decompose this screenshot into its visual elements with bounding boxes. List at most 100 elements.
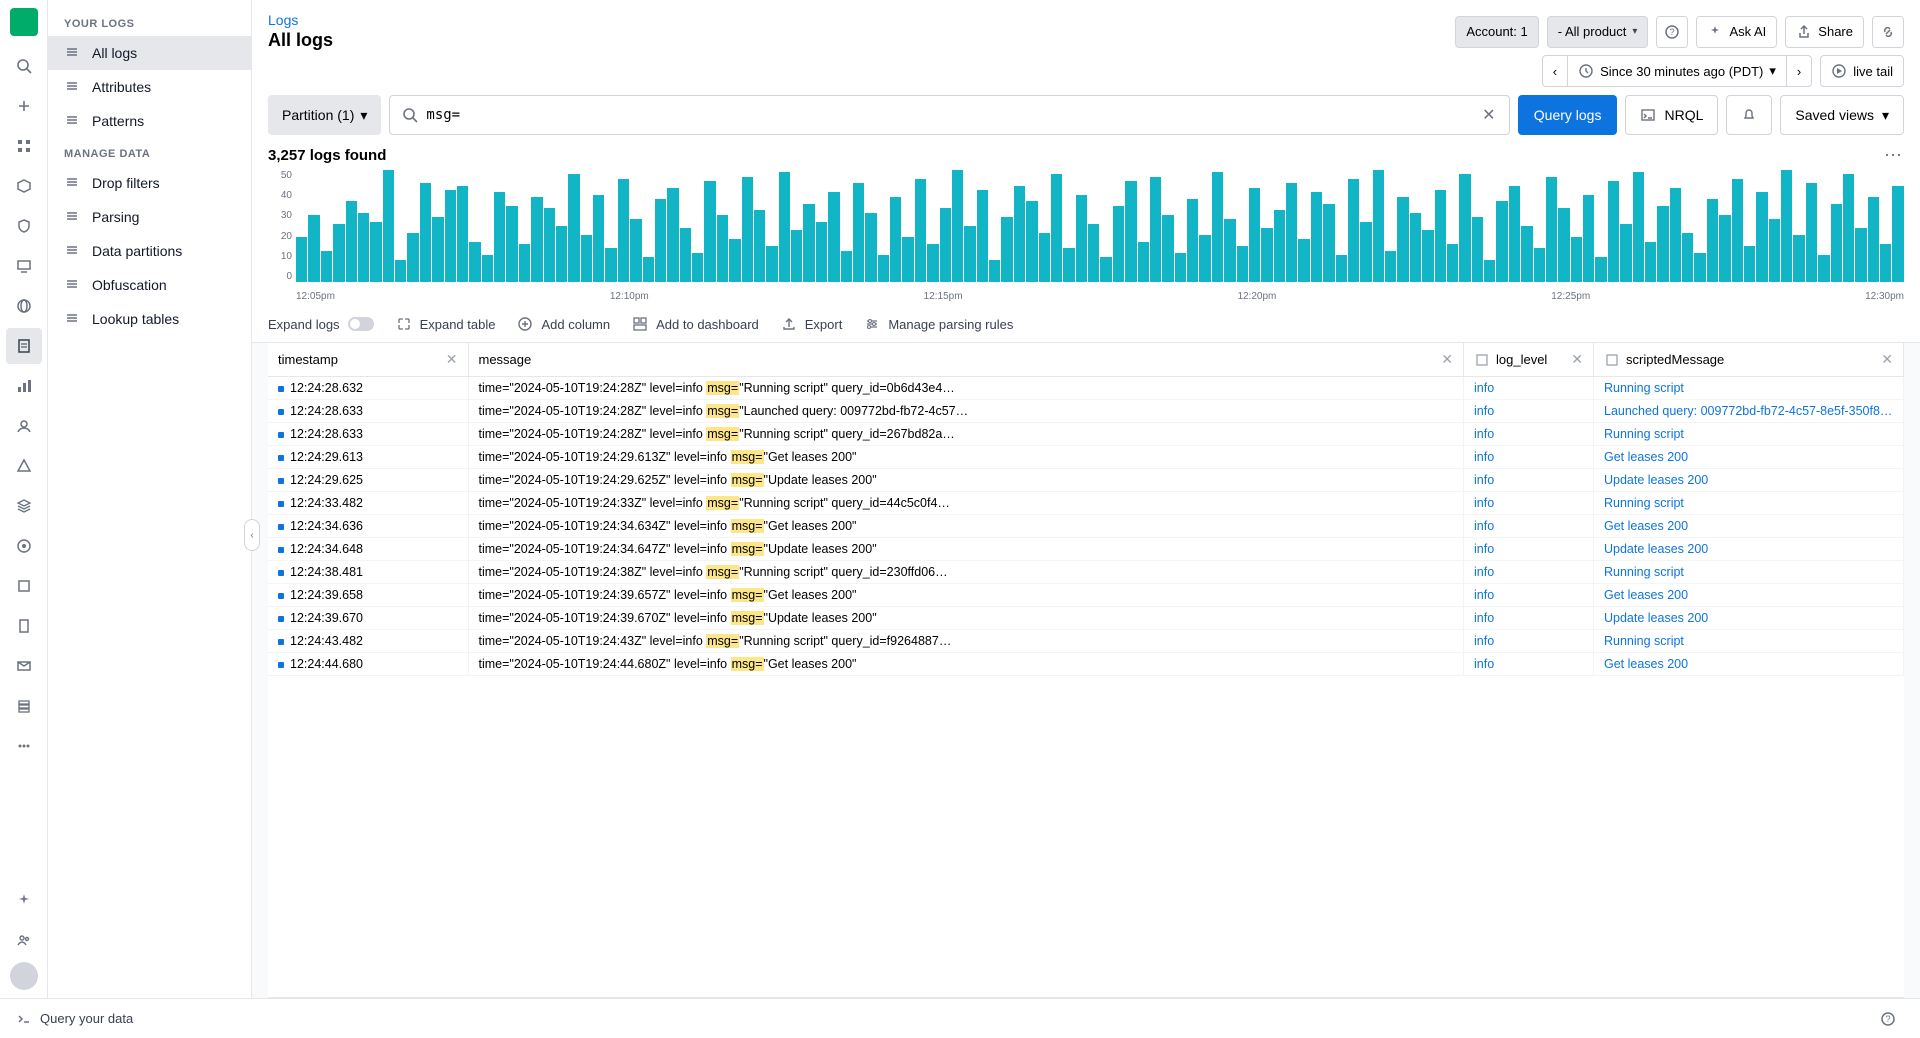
chart-bar[interactable] xyxy=(1793,235,1804,282)
chart-bar[interactable] xyxy=(568,174,579,282)
chart-bar[interactable] xyxy=(1212,172,1223,282)
chart-bar[interactable] xyxy=(296,237,307,282)
chart-bar[interactable] xyxy=(544,208,555,282)
expand-logs-toggle[interactable]: Expand logs xyxy=(268,317,374,332)
log-volume-chart[interactable]: 50403020100 12:05pm12:10pm12:15pm12:20pm… xyxy=(252,166,1920,306)
chart-bar[interactable] xyxy=(989,260,1000,282)
table-row[interactable]: 12:24:29.625time="2024-05-10T19:24:29.62… xyxy=(268,469,1904,492)
rail-help[interactable] xyxy=(6,882,42,918)
chart-bar[interactable] xyxy=(1657,206,1668,282)
chart-bar[interactable] xyxy=(581,235,592,282)
timerange-prev[interactable]: ‹ xyxy=(1543,56,1568,86)
chart-bar[interactable] xyxy=(1410,213,1421,282)
chart-bar[interactable] xyxy=(803,204,814,282)
chart-bar[interactable] xyxy=(940,208,951,282)
export-button[interactable]: Export xyxy=(781,316,843,332)
chart-bar[interactable] xyxy=(395,260,406,282)
chart-bar[interactable] xyxy=(1026,201,1037,282)
th-scriptedmessage[interactable]: scriptedMessage✕ xyxy=(1594,343,1904,377)
chart-bar[interactable] xyxy=(1633,172,1644,282)
sidebar-item[interactable]: Lookup tables xyxy=(48,302,251,336)
sidebar-item[interactable]: Obfuscation xyxy=(48,268,251,302)
chart-bar[interactable] xyxy=(865,213,876,282)
chart-bar[interactable] xyxy=(704,181,715,282)
table-row[interactable]: 12:24:29.613time="2024-05-10T19:24:29.61… xyxy=(268,446,1904,469)
rail-item-15[interactable] xyxy=(6,608,42,644)
help-button[interactable]: ? xyxy=(1656,16,1688,48)
chart-bar[interactable] xyxy=(346,201,357,282)
chart-bar[interactable] xyxy=(1831,204,1842,282)
chart-bar[interactable] xyxy=(1150,177,1161,282)
chart-bar[interactable] xyxy=(754,210,765,282)
chart-bar[interactable] xyxy=(1843,174,1854,282)
remove-column-icon[interactable]: ✕ xyxy=(1441,351,1453,368)
rail-search[interactable] xyxy=(6,48,42,84)
chart-bar[interactable] xyxy=(1224,219,1235,282)
chart-bar[interactable] xyxy=(1781,170,1792,282)
chart-bar[interactable] xyxy=(1249,188,1260,282)
chart-bar[interactable] xyxy=(1138,242,1149,282)
share-button[interactable]: Share xyxy=(1785,16,1864,48)
rail-item-12[interactable] xyxy=(6,488,42,524)
chart-bar[interactable] xyxy=(321,251,332,282)
timerange-picker[interactable]: Since 30 minutes ago (PDT)▾ xyxy=(1568,56,1787,86)
chart-bar[interactable] xyxy=(1769,219,1780,282)
chart-bar[interactable] xyxy=(1360,222,1371,282)
chart-bar[interactable] xyxy=(977,190,988,282)
clear-search-button[interactable]: ✕ xyxy=(1477,103,1501,127)
chart-bar[interactable] xyxy=(1732,179,1743,282)
th-timestamp[interactable]: timestamp✕ xyxy=(268,343,468,377)
chart-bar[interactable] xyxy=(1880,244,1891,282)
chart-bar[interactable] xyxy=(1348,179,1359,282)
chart-bar[interactable] xyxy=(1694,253,1705,282)
add-column-button[interactable]: Add column xyxy=(517,316,610,332)
chart-bar[interactable] xyxy=(766,246,777,282)
chart-bar[interactable] xyxy=(1521,226,1532,282)
table-row[interactable]: 12:24:33.482time="2024-05-10T19:24:33Z" … xyxy=(268,492,1904,515)
chart-bar[interactable] xyxy=(952,170,963,282)
chart-bar[interactable] xyxy=(1756,192,1767,282)
copy-link-button[interactable] xyxy=(1872,16,1904,48)
table-row[interactable]: 12:24:43.482time="2024-05-10T19:24:43Z" … xyxy=(268,630,1904,653)
rail-item-16[interactable] xyxy=(6,648,42,684)
chart-bar[interactable] xyxy=(469,242,480,282)
chart-bar[interactable] xyxy=(1818,255,1829,282)
chart-bar[interactable] xyxy=(1719,215,1730,282)
chart-bar[interactable] xyxy=(1125,181,1136,282)
table-row[interactable]: 12:24:28.632time="2024-05-10T19:24:28Z" … xyxy=(268,377,1904,400)
table-row[interactable]: 12:24:44.680time="2024-05-10T19:24:44.68… xyxy=(268,653,1904,676)
chart-bar[interactable] xyxy=(1435,190,1446,282)
chart-bar[interactable] xyxy=(432,217,443,282)
log-table-wrap[interactable]: timestamp✕ message✕ log_level✕ scriptedM… xyxy=(268,343,1904,998)
chart-bar[interactable] xyxy=(927,244,938,282)
query-logs-button[interactable]: Query logs xyxy=(1518,95,1618,135)
chart-bar[interactable] xyxy=(1397,197,1408,282)
chart-bar[interactable] xyxy=(618,179,629,282)
chart-bar[interactable] xyxy=(370,222,381,282)
rail-item-11[interactable] xyxy=(6,448,42,484)
expand-table-button[interactable]: Expand table xyxy=(396,316,496,332)
chart-bar[interactable] xyxy=(853,183,864,282)
chart-bar[interactable] xyxy=(1373,170,1384,282)
breadcrumb-logs[interactable]: Logs xyxy=(268,12,333,28)
remove-column-icon[interactable]: ✕ xyxy=(446,351,458,368)
chart-bar[interactable] xyxy=(841,251,852,282)
chart-bar[interactable] xyxy=(1100,257,1111,282)
chart-bar[interactable] xyxy=(383,170,394,282)
chart-bar[interactable] xyxy=(1546,177,1557,282)
chart-bar[interactable] xyxy=(742,177,753,282)
chart-bar[interactable] xyxy=(1311,192,1322,282)
user-avatar[interactable] xyxy=(10,962,38,990)
saved-views-button[interactable]: Saved views▾ xyxy=(1780,95,1904,135)
chart-bar[interactable] xyxy=(915,179,926,282)
rail-item-14[interactable] xyxy=(6,568,42,604)
rail-item-7[interactable] xyxy=(6,288,42,324)
table-row[interactable]: 12:24:39.670time="2024-05-10T19:24:39.67… xyxy=(268,607,1904,630)
ask-ai-button[interactable]: Ask AI xyxy=(1696,16,1777,48)
chart-bar[interactable] xyxy=(890,197,901,282)
remove-column-icon[interactable]: ✕ xyxy=(1571,351,1583,368)
add-dashboard-button[interactable]: Add to dashboard xyxy=(632,316,759,332)
th-loglevel[interactable]: log_level✕ xyxy=(1464,343,1594,377)
chart-bar[interactable] xyxy=(1422,230,1433,282)
chart-bar[interactable] xyxy=(1447,244,1458,282)
